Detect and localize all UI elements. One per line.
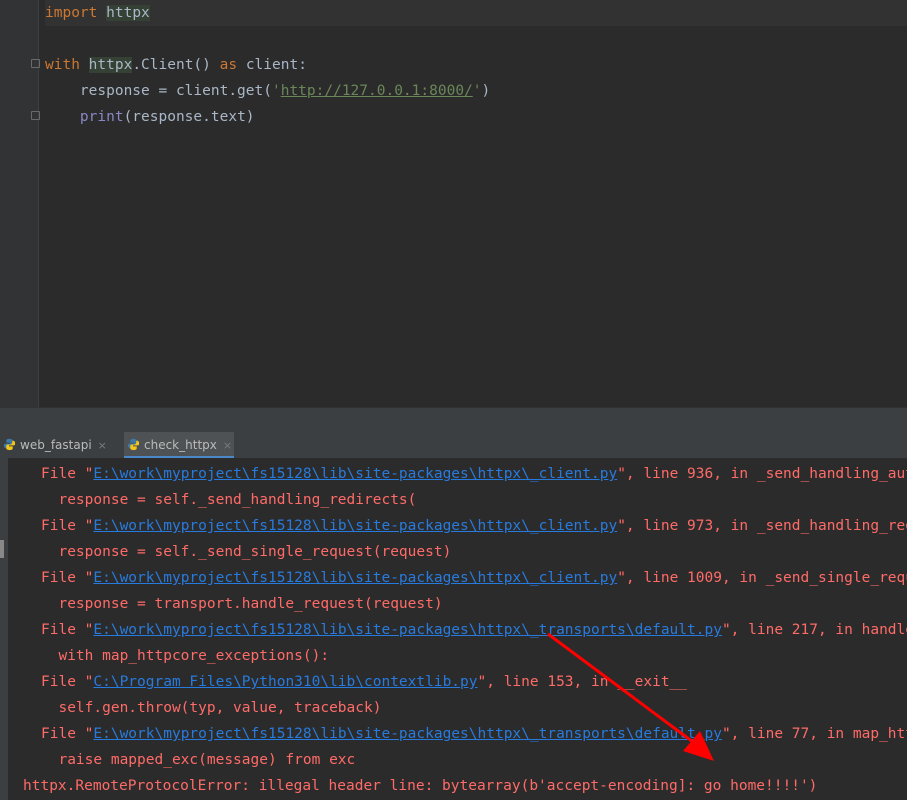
close-tab-icon[interactable]: × (223, 439, 232, 452)
fold-end-icon[interactable] (31, 111, 40, 120)
red-arrow-icon (547, 632, 714, 761)
code-line-5[interactable]: print(response.text) (45, 104, 255, 130)
code-line-3[interactable]: with httpx.Client() as client: (45, 52, 307, 78)
editor-gutter (0, 0, 40, 407)
code-line-1[interactable]: import httpx (45, 0, 907, 26)
python-icon (3, 438, 16, 451)
code-url-link[interactable]: http://127.0.0.1:8000/ (281, 83, 473, 99)
run-tab-web-fastapi[interactable]: web_fastapi × (0, 432, 113, 458)
run-tab-check-httpx[interactable]: check_httpx × (124, 432, 234, 458)
python-icon (127, 438, 140, 451)
run-tab-bar: web_fastapi × check_httpx × (0, 432, 907, 459)
close-tab-icon[interactable]: × (98, 439, 107, 452)
code-line-4[interactable]: response = client.get('http://127.0.0.1:… (45, 78, 490, 104)
panel-splitter[interactable] (0, 407, 907, 433)
run-console[interactable]: File "E:\work\myproject\fs15128\lib\site… (0, 458, 907, 800)
fold-open-icon[interactable] (31, 59, 40, 68)
code-editor[interactable]: import httpx with httpx.Client() as clie… (0, 0, 907, 407)
